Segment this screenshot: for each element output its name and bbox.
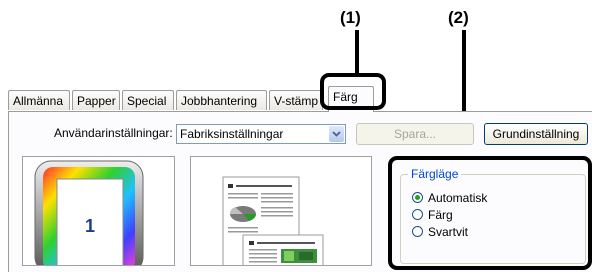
color-ring-page-icon: 1 [34, 160, 144, 272]
tab-general[interactable]: Allmänna [8, 90, 70, 110]
user-settings-dropdown[interactable]: Fabriksinställningar [176, 124, 346, 144]
default-settings-button[interactable]: Grundinställning [484, 123, 588, 145]
user-settings-value: Fabriksinställningar [180, 127, 284, 141]
page-preview: 1 [22, 156, 175, 272]
document-preview [190, 156, 372, 266]
user-settings-label: Användarinställningar: [54, 126, 173, 140]
selected-tab-highlight [320, 73, 386, 110]
tab-watermark[interactable]: V-stämp [269, 90, 323, 110]
document-thumbnail-icon [222, 176, 324, 265]
color-mode-highlight [388, 156, 592, 270]
callout-line-1 [355, 30, 359, 74]
tab-paper[interactable]: Papper [72, 90, 120, 110]
callout-label-2: (2) [448, 8, 469, 27]
tab-job-handling[interactable]: Jobbhantering [176, 90, 267, 110]
callout-label-1: (1) [340, 8, 361, 27]
chevron-down-icon[interactable] [329, 126, 344, 142]
tab-special[interactable]: Special [122, 90, 174, 110]
save-button[interactable]: Spara... [356, 123, 474, 145]
tab-strip: Allmänna Papper Special Jobbhantering V-… [8, 80, 592, 112]
page-number: 1 [85, 216, 95, 236]
